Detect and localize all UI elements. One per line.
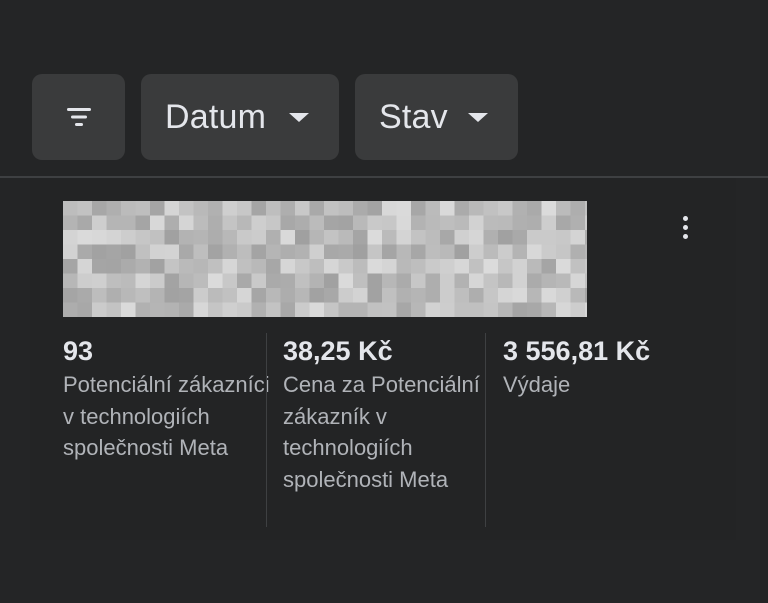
metric-divider xyxy=(266,333,267,527)
metric-label: Výdaje xyxy=(503,372,571,397)
caret-down-icon xyxy=(468,113,488,122)
metric-leads: 93 Potenciální zákazníci v technologiích… xyxy=(63,333,273,464)
filter-bar: Datum Stav xyxy=(0,0,768,176)
metric-cost-per-lead: 38,25 Kč Cena za Potenciální zákazník v … xyxy=(283,333,493,495)
status-filter-label: Stav xyxy=(379,97,448,136)
more-vertical-icon[interactable] xyxy=(670,212,700,242)
date-filter-dropdown[interactable]: Datum xyxy=(141,74,339,160)
status-filter-dropdown[interactable]: Stav xyxy=(355,74,518,160)
ads-results-screen: Datum Stav 93 Potenciální zákazníci v te… xyxy=(0,0,768,603)
date-filter-label: Datum xyxy=(165,97,267,136)
metric-label: Potenciální zákazníci v technologiích sp… xyxy=(63,372,270,460)
blurred-thumbnail xyxy=(63,201,587,317)
campaign-card[interactable]: 93 Potenciální zákazníci v technologiích… xyxy=(30,178,736,540)
metric-spend: 3 556,81 Kč Výdaje xyxy=(503,333,713,401)
caret-down-icon xyxy=(289,113,309,122)
filter-lines-icon xyxy=(66,108,91,126)
metric-value: 38,25 Kč xyxy=(283,336,393,366)
metric-value: 3 556,81 Kč xyxy=(503,336,651,366)
metric-value: 93 xyxy=(63,336,94,366)
metric-label: Cena za Potenciální zákazník v technolog… xyxy=(283,372,480,492)
filter-button[interactable] xyxy=(32,74,125,160)
metric-divider xyxy=(485,333,486,527)
